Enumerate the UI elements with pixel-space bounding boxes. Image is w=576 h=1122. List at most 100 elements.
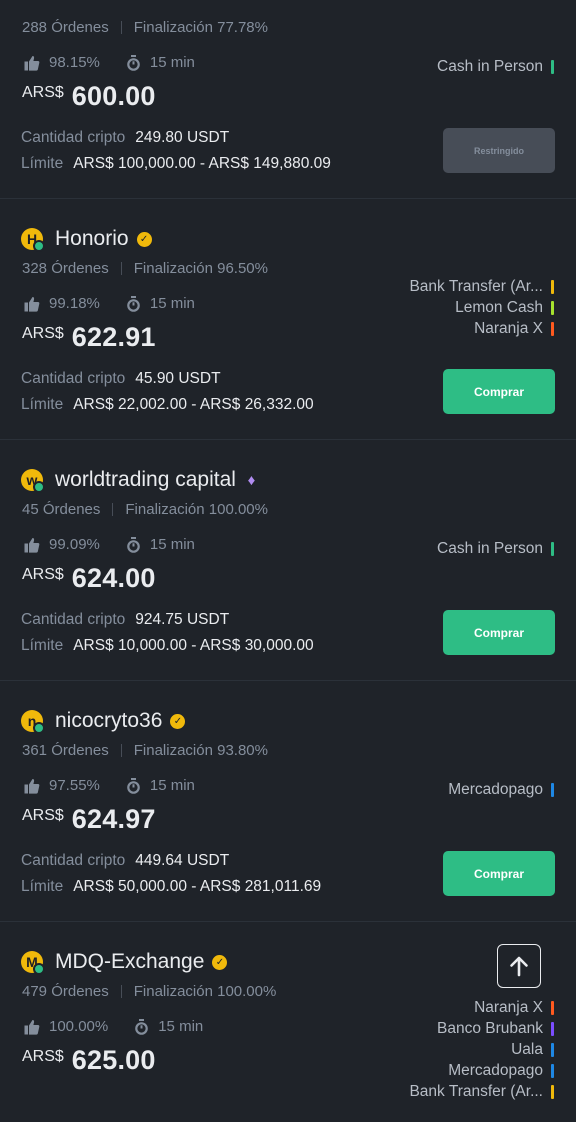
thumbs-up-icon: [24, 537, 40, 553]
limit-row: Límite ARS$ 22,002.00 - ARS$ 26,332.00: [21, 396, 314, 414]
crypto-amount-label: Cantidad cripto: [21, 370, 126, 387]
payment-method: Mercadopago: [448, 779, 554, 800]
payment-method-name: Mercadopago: [448, 781, 543, 798]
limit-row: Límite ARS$ 10,000.00 - ARS$ 30,000.00: [21, 637, 314, 655]
thumbs-up-icon: [24, 296, 40, 312]
crypto-amount-row: Cantidad cripto 249.80 USDT: [21, 129, 229, 147]
completion-rate: Finalización 96.50%: [133, 260, 268, 277]
payment-methods: Mercadopago: [448, 779, 554, 800]
price-currency: ARS$: [22, 1048, 64, 1065]
order-stats: 288 Órdenes Finalización 77.78%: [22, 19, 268, 36]
order-stats: 45 Órdenes Finalización 100.00%: [22, 501, 268, 518]
payment-method: Uala: [409, 1039, 554, 1060]
crypto-amount-row: Cantidad cripto 45.90 USDT: [21, 370, 221, 388]
online-indicator: [33, 963, 45, 975]
diamond-icon: ♦: [247, 471, 256, 489]
payment-color-tag: [551, 279, 554, 294]
ad-card: 288 Órdenes Finalización 77.78% 98.15% 15 m…: [0, 0, 576, 199]
payment-color-tag: [551, 59, 554, 74]
price-amount: 624.97: [71, 804, 156, 834]
rating-time-row: 97.55% 15 min: [24, 777, 195, 794]
payment-method: Banco Brubank: [409, 1018, 554, 1039]
payment-color-tag: [551, 1042, 554, 1057]
price-currency: ARS$: [22, 807, 64, 824]
ad-card: H Honorio ✓ 328 Órdenes Finalización 96.50% 9…: [0, 199, 576, 440]
advertiser-header[interactable]: w worldtrading capital ♦: [21, 468, 259, 493]
payment-color-tag: [551, 1084, 554, 1099]
advertiser-name[interactable]: MDQ-Exchange: [55, 950, 204, 974]
price-currency: ARS$: [22, 566, 64, 583]
limit-row: Límite ARS$ 100,000.00 - ARS$ 149,880.09: [21, 155, 331, 173]
advertiser-header[interactable]: M MDQ-Exchange ✓: [21, 950, 228, 975]
rating-time-row: 98.15% 15 min: [24, 54, 195, 71]
thumbs-up-icon: [24, 1019, 40, 1035]
crypto-amount-value: 45.90 USDT: [135, 370, 221, 387]
avatar: w: [21, 469, 45, 493]
advertiser-name[interactable]: worldtrading capital: [55, 468, 236, 492]
scroll-to-top-button[interactable]: [497, 944, 541, 988]
order-count: 328 Órdenes: [22, 260, 109, 277]
price-amount: 624.00: [71, 563, 156, 593]
payment-method-name: Bank Transfer (Ar...: [409, 1083, 543, 1100]
price-currency: ARS$: [22, 84, 64, 101]
advertiser-header[interactable]: n nicocryto36 ✓: [21, 709, 186, 734]
buy-button[interactable]: Comprar: [443, 369, 555, 414]
price-amount: 625.00: [71, 1045, 156, 1075]
limit-value: ARS$ 100,000.00 - ARS$ 149,880.09: [73, 155, 331, 172]
arrow-up-icon: [510, 956, 528, 977]
payment-method-name: Naranja X: [474, 999, 543, 1016]
payment-color-tag: [551, 1000, 554, 1015]
crypto-amount-row: Cantidad cripto 924.75 USDT: [21, 611, 229, 629]
divider: [120, 744, 122, 757]
positive-rate: 100.00%: [49, 1018, 109, 1035]
payment-method: Bank Transfer (Ar...: [409, 1081, 554, 1102]
advertiser-name[interactable]: Honorio: [55, 227, 129, 251]
buy-button[interactable]: Comprar: [443, 851, 555, 896]
payment-color-tag: [551, 321, 554, 336]
pay-time: 15 min: [149, 295, 195, 312]
payment-color-tag: [551, 300, 554, 315]
divider: [112, 503, 114, 516]
payment-method-name: Uala: [511, 1041, 543, 1058]
limit-value: ARS$ 50,000.00 - ARS$ 281,011.69: [73, 878, 322, 895]
payment-color-tag: [551, 541, 554, 556]
order-stats: 479 Órdenes Finalización 100.00%: [22, 983, 276, 1000]
completion-rate: Finalización 100.00%: [133, 983, 277, 1000]
crypto-amount-value: 449.64 USDT: [135, 852, 230, 869]
crypto-amount-value: 924.75 USDT: [135, 611, 230, 628]
positive-rate: 99.18%: [49, 295, 100, 312]
payment-method: Naranja X: [409, 997, 554, 1018]
crypto-amount-label: Cantidad cripto: [21, 611, 126, 628]
price: ARS$ 622.91: [22, 322, 156, 353]
pay-time: 15 min: [149, 777, 195, 794]
limit-label: Límite: [21, 637, 64, 654]
crypto-amount-row: Cantidad cripto 449.64 USDT: [21, 852, 229, 870]
buy-button[interactable]: Comprar: [443, 610, 555, 655]
price: ARS$ 624.97: [22, 804, 156, 835]
payment-method: Cash in Person: [437, 538, 554, 559]
payment-method-name: Naranja X: [474, 320, 543, 337]
price: ARS$ 624.00: [22, 563, 156, 594]
completion-rate: Finalización 77.78%: [133, 19, 268, 36]
payment-method: Bank Transfer (Ar...: [409, 276, 554, 297]
payment-method-name: Mercadopago: [448, 1062, 543, 1079]
advertiser-header[interactable]: H Honorio ✓: [21, 227, 152, 252]
limit-label: Límite: [21, 396, 64, 413]
payment-method-name: Lemon Cash: [455, 299, 543, 316]
crypto-amount-value: 249.80 USDT: [135, 129, 230, 146]
ad-card: w worldtrading capital ♦ 45 Órdenes Finaliza…: [0, 440, 576, 681]
pay-time: 15 min: [149, 536, 195, 553]
stopwatch-icon: [127, 295, 140, 312]
positive-rate: 97.55%: [49, 777, 100, 794]
stopwatch-icon: [127, 536, 140, 553]
advertiser-name[interactable]: nicocryto36: [55, 709, 162, 733]
stopwatch-icon: [135, 1018, 149, 1035]
ad-card: n nicocryto36 ✓ 361 Órdenes Finalización 93.…: [0, 681, 576, 922]
positive-rate: 99.09%: [49, 536, 100, 553]
restricted-button: Restringido: [443, 128, 555, 173]
limit-value: ARS$ 10,000.00 - ARS$ 30,000.00: [73, 637, 314, 654]
payment-color-tag: [551, 1063, 554, 1078]
payment-method: Lemon Cash: [409, 297, 554, 318]
avatar: H: [21, 228, 45, 252]
price-amount: 600.00: [71, 81, 156, 111]
